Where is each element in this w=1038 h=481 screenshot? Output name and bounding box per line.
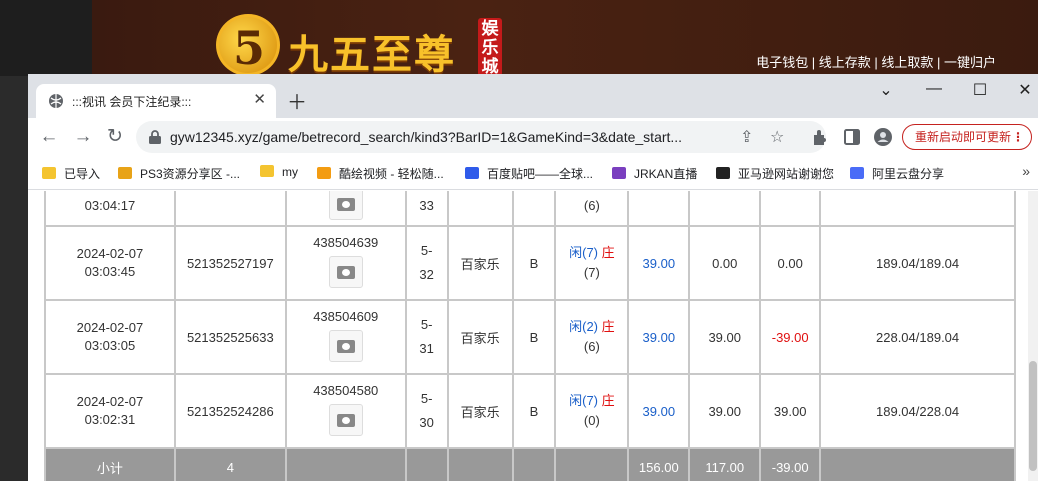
round-cell: 5- 32 (404, 225, 449, 301)
video-replay-icon[interactable] (328, 256, 363, 288)
subtotal-bet: 156.00 (627, 447, 691, 481)
tab-title: :::视讯 会员下注纪录::: (72, 95, 192, 109)
bet-amount-cell: 39.00 (627, 373, 691, 449)
table-row: 2024-02-07 03:03:45 521352527197 438504639 5… (44, 225, 1016, 301)
menu-dots-icon[interactable]: ⋮ (1012, 125, 1024, 149)
round-cell: 5- 31 (404, 299, 449, 375)
win-loss-cell: -39.00 (759, 299, 822, 375)
live-stream-icon (612, 167, 626, 179)
address-bar[interactable]: gyw12345.xyz/game/betrecord_search/kind3… (136, 121, 826, 153)
site-logo-icon: 5 (216, 14, 280, 76)
balance-cell: 228.04/189.04 (819, 299, 1016, 375)
share-icon[interactable]: ⇪ (740, 127, 753, 147)
browser-tab[interactable]: :::视讯 会员下注纪录::: ✕ (36, 84, 276, 118)
order-id-cell: 521352527197 (173, 225, 287, 301)
lock-icon[interactable] (148, 129, 162, 145)
bookmark-item[interactable]: 阿里云盘分享 (850, 165, 944, 182)
game-no-cell: 438504580 (284, 373, 407, 449)
profile-avatar-icon[interactable] (873, 127, 893, 147)
relaunch-update-button[interactable]: 重新启动即可更新 ⋮ (902, 124, 1032, 150)
baidu-paw-icon (465, 167, 479, 179)
table-row: 03:04:17 33 (6) (44, 191, 1016, 227)
table-row: 2024-02-07 03:03:05 521352525633 438504609 5… (44, 299, 1016, 375)
bookmark-item[interactable]: 已导入 (42, 165, 100, 182)
table-cell: B (511, 373, 557, 449)
subtotal-label: 小计 (44, 447, 176, 481)
minimize-icon[interactable]: — (922, 80, 946, 98)
valid-amount-cell: 0.00 (688, 225, 762, 301)
subtotal-count: 4 (173, 447, 287, 481)
balance-cell: 189.04/189.04 (819, 225, 1016, 301)
bet-time-cell: 2024-02-07 03:02:31 (44, 373, 176, 449)
site-logo-badge: 娱乐城 (478, 18, 502, 77)
page-content: 03:04:17 33 (6) 2024-02-07 03:03:45 521352… (28, 191, 1038, 481)
folder-icon (42, 167, 56, 179)
table-cell: B (511, 299, 557, 375)
page-scrollbar[interactable] (1028, 191, 1038, 481)
game-no-cell: 438504609 (284, 299, 407, 375)
win-loss-cell: 39.00 (759, 373, 822, 449)
site-nav-links[interactable]: 电子钱包 | 线上存款 | 线上取款 | 一键归户 (756, 52, 996, 71)
extensions-icon[interactable] (810, 127, 830, 147)
round-cell: 5- 30 (404, 373, 449, 449)
bookmark-item[interactable]: my (260, 165, 298, 179)
bookmark-item[interactable]: 百度贴吧——全球... (465, 165, 593, 182)
bookmark-item[interactable]: 亚马逊网站谢谢您 (716, 165, 834, 182)
bet-amount-cell: 39.00 (627, 299, 691, 375)
balance-cell: 189.04/228.04 (819, 373, 1016, 449)
reload-icon[interactable]: ↻ (104, 126, 126, 148)
table-cell: B (511, 225, 557, 301)
tab-search-icon[interactable]: ⌄ (874, 80, 898, 100)
side-panel-icon[interactable] (842, 127, 862, 147)
ps3-site-icon (118, 167, 132, 179)
close-window-icon[interactable]: ✕ (1013, 80, 1037, 100)
subtotal-valid: 117.00 (688, 447, 762, 481)
video-replay-icon[interactable] (328, 404, 363, 436)
game-no-cell: 438504639 (284, 225, 407, 301)
game-type-cell: 百家乐 (446, 373, 514, 449)
valid-amount-cell: 39.00 (688, 299, 762, 375)
bookmarks-bar: 已导入 PS3资源分享区 -... my 酷绘视频 - 轻松随... 百度贴吧—… (28, 156, 1038, 190)
video-replay-icon[interactable] (328, 191, 363, 220)
amazon-icon (716, 167, 730, 179)
valid-amount-cell: 39.00 (688, 373, 762, 449)
url-text[interactable]: gyw12345.xyz/game/betrecord_search/kind3… (170, 129, 720, 145)
order-id-cell: 521352524286 (173, 373, 287, 449)
globe-icon (49, 94, 63, 108)
game-type-cell: 百家乐 (446, 299, 514, 375)
bookmark-item[interactable]: 酷绘视频 - 轻松随... (317, 165, 444, 182)
result-cell: 闲(7) 庄 (0) (554, 373, 630, 449)
video-replay-icon[interactable] (328, 330, 363, 362)
aliyun-drive-icon (850, 167, 864, 179)
bet-amount-cell: 39.00 (627, 225, 691, 301)
bet-time-cell: 2024-02-07 03:03:05 (44, 299, 176, 375)
subtotal-win: -39.00 (759, 447, 822, 481)
back-icon[interactable]: ← (38, 126, 60, 148)
tab-close-icon[interactable]: ✕ (253, 90, 266, 108)
order-id-cell: 521352525633 (173, 299, 287, 375)
result-cell: 闲(2) 庄 (6) (554, 299, 630, 375)
new-tab-icon[interactable]: ＋ (287, 86, 307, 115)
folder-icon (260, 165, 274, 177)
video-site-icon (317, 167, 331, 179)
bet-time-cell: 2024-02-07 03:03:45 (44, 225, 176, 301)
background-left (0, 0, 92, 76)
subtotal-row: 小计 4 156.00 117.00 -39.00 (44, 447, 1016, 481)
scrollbar-thumb[interactable] (1029, 361, 1037, 471)
maximize-icon[interactable]: ☐ (968, 80, 992, 100)
site-logo-text: 九五至尊 (288, 31, 456, 78)
table-row: 2024-02-07 03:02:31 521352524286 438504580 5… (44, 373, 1016, 449)
bookmark-item[interactable]: JRKAN直播 (612, 165, 697, 182)
bookmark-star-icon[interactable]: ☆ (770, 127, 784, 147)
bookmarks-overflow-icon[interactable]: » (1022, 163, 1030, 179)
bookmark-item[interactable]: PS3资源分享区 -... (118, 165, 240, 182)
forward-icon[interactable]: → (72, 126, 94, 148)
result-cell: 闲(7) 庄 (7) (554, 225, 630, 301)
browser-toolbar: ← → ↻ gyw12345.xyz/game/betrecord_search… (28, 118, 1038, 156)
bet-record-table: 03:04:17 33 (6) 2024-02-07 03:03:45 521352… (44, 191, 1016, 481)
tab-bar: :::视讯 会员下注纪录::: ✕ ＋ ⌄ — ☐ ✕ (28, 74, 1038, 118)
browser-window: :::视讯 会员下注纪录::: ✕ ＋ ⌄ — ☐ ✕ ← → ↻ gyw123… (28, 74, 1038, 481)
game-type-cell: 百家乐 (446, 225, 514, 301)
win-loss-cell: 0.00 (759, 225, 822, 301)
